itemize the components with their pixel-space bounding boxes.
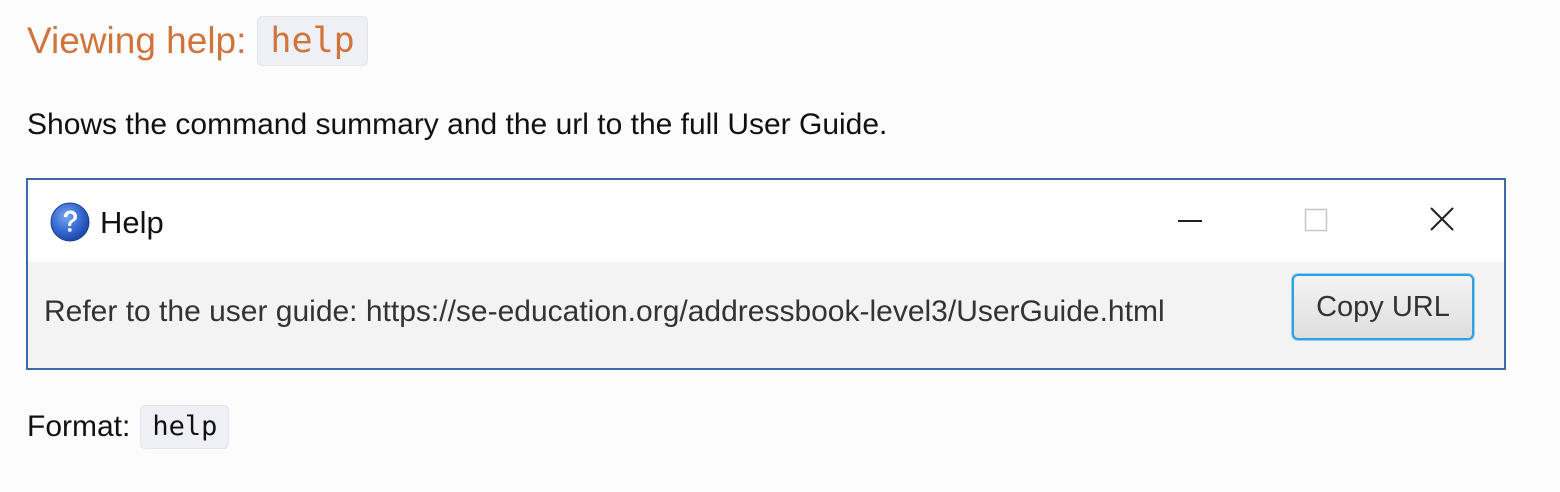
window-content: Refer to the user guide: https://se-educ…	[28, 262, 1504, 368]
heading-text: Viewing help:	[27, 20, 247, 61]
heading-command-code: help	[257, 16, 368, 66]
copy-url-button[interactable]: Copy URL	[1292, 274, 1474, 340]
format-label: Format:	[27, 410, 131, 443]
format-command-code: help	[140, 405, 230, 449]
window-title: Help	[100, 205, 164, 240]
minimize-icon[interactable]	[1168, 198, 1212, 242]
help-window-screenshot: Help Refer to the user guide: https://se…	[26, 178, 1506, 370]
maximize-icon[interactable]	[1294, 198, 1338, 242]
section-description: Shows the command summary and the url to…	[27, 108, 888, 141]
section-heading: Viewing help: help	[27, 14, 368, 68]
format-line: Format: help	[27, 404, 230, 450]
window-titlebar: Help	[28, 180, 1504, 262]
user-guide-text: Refer to the user guide: https://se-educ…	[44, 295, 1165, 328]
close-icon[interactable]	[1420, 198, 1464, 242]
question-mark-icon	[50, 202, 90, 242]
